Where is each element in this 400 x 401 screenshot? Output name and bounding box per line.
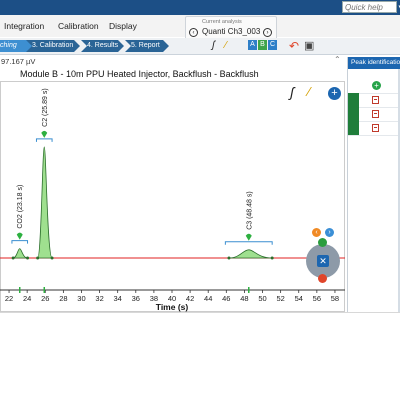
x-tick-label: 54 [295,294,303,303]
delete-icon[interactable] [372,110,379,118]
title-bar: ▾ [0,0,400,15]
delete-icon[interactable] [372,96,379,104]
peak-label: C3 (48.48 s) [246,191,253,230]
zoom-out-icon[interactable] [318,274,327,283]
x-tick-label: 22 [5,294,13,303]
nav-forward-icon[interactable]: › [325,228,334,237]
peak-row[interactable] [348,121,400,136]
signal-readout: 97.167 µV [1,57,36,66]
next-analysis-icon[interactable]: › [263,28,272,37]
workflow-step-calibration[interactable]: 3. Calibration [26,40,80,52]
peak-start-point [11,256,15,260]
x-tick-label: 50 [258,294,266,303]
x-tick-label: 58 [331,294,339,303]
peak-row[interactable] [348,93,400,108]
current-analysis-label: Current analysis [202,19,242,25]
abc-c-button[interactable]: C [268,40,277,50]
chromatogram-chart[interactable]: 22 24 26 28 30 32 34 36 38 40 42 44 46 48 50 52 54 56 58Ti… [0,68,345,312]
peak-end-point [26,256,30,260]
x-tick-label: 34 [114,294,122,303]
peak-row-add[interactable]: + [348,79,400,94]
magic-wand-icon[interactable]: ⁄ [225,39,227,53]
delete-icon[interactable] [372,124,379,132]
peak-color-swatch [348,93,359,107]
chevron-up-icon[interactable]: ⌃ [334,55,341,64]
zoom-in-icon[interactable] [318,238,327,247]
add-row-icon[interactable]: + [372,81,381,90]
integral-tool-icon[interactable]: ʃ [290,84,294,100]
zoom-navigator[interactable]: ✕ [306,244,340,278]
peak-end-point [50,256,54,260]
save-icon[interactable]: ▣ [304,39,314,53]
peak-color-swatch [348,121,359,135]
peak-start-point [36,256,40,260]
menu-integration[interactable]: Integration [4,21,44,31]
previous-analysis-icon[interactable]: ‹ [189,28,198,37]
abc-a-button[interactable]: A [248,40,257,50]
bottom-area [0,312,400,401]
peak-bracket [35,138,53,142]
x-tick-label: 28 [59,294,67,303]
peak-bracket [11,240,29,244]
peak-row[interactable] [348,107,400,122]
chart-toolbar: 97.167 µV ⌃ [0,55,345,68]
peak-identification-header: Peak identification [348,57,400,69]
abc-b-button[interactable]: B [258,40,267,50]
chromatogram-panel: Module B - 10m PPU Heated Injector, Back… [0,68,345,312]
menu-calibration[interactable]: Calibration [58,21,99,31]
magic-wand-tool-icon[interactable]: ⁄ [308,84,310,99]
x-tick-label: 44 [204,294,212,303]
nav-back-icon[interactable]: ‹ [312,228,321,237]
peak-end-point [270,256,274,260]
x-tick-label: 36 [132,294,140,303]
add-peak-icon[interactable]: + [328,87,341,100]
x-tick-label: 56 [313,294,321,303]
peak-color-swatch [348,107,359,121]
x-axis-title: Time (s) [156,302,189,312]
integral-icon[interactable]: ʃ [212,39,215,53]
peak-marker [41,130,48,138]
menu-display[interactable]: Display [109,21,137,31]
peak-area [228,249,273,259]
peak-marker [245,233,252,241]
x-tick-label: 48 [240,294,248,303]
x-tick-label: 32 [95,294,103,303]
peak-marker [16,232,23,240]
peak-identification-panel: Peak identification + [347,57,400,312]
undo-icon[interactable]: ↶ [289,39,299,53]
peak-start-point [227,256,231,260]
x-tick-label: 24 [23,294,31,303]
workflow-bar: ching 3. Calibration 4. Results 5. Repor… [0,38,400,55]
reset-zoom-icon[interactable]: ✕ [317,255,329,267]
peak-label: C2 (25.89 s) [42,88,49,127]
x-tick-label: 30 [77,294,85,303]
workflow-step-results[interactable]: 4. Results [81,40,124,52]
quick-help-input[interactable] [342,1,397,13]
x-tick-label: 52 [276,294,284,303]
current-analysis-value: Quanti Ch3_003 [202,27,261,36]
peak-bracket [224,241,273,245]
workflow-step-report[interactable]: 5. Report [125,40,169,52]
peak-area [37,146,53,259]
x-tick-label: 26 [41,294,49,303]
x-tick-label: 46 [222,294,230,303]
peak-area [13,248,28,259]
peak-label: CO2 (23.18 s) [17,185,24,229]
